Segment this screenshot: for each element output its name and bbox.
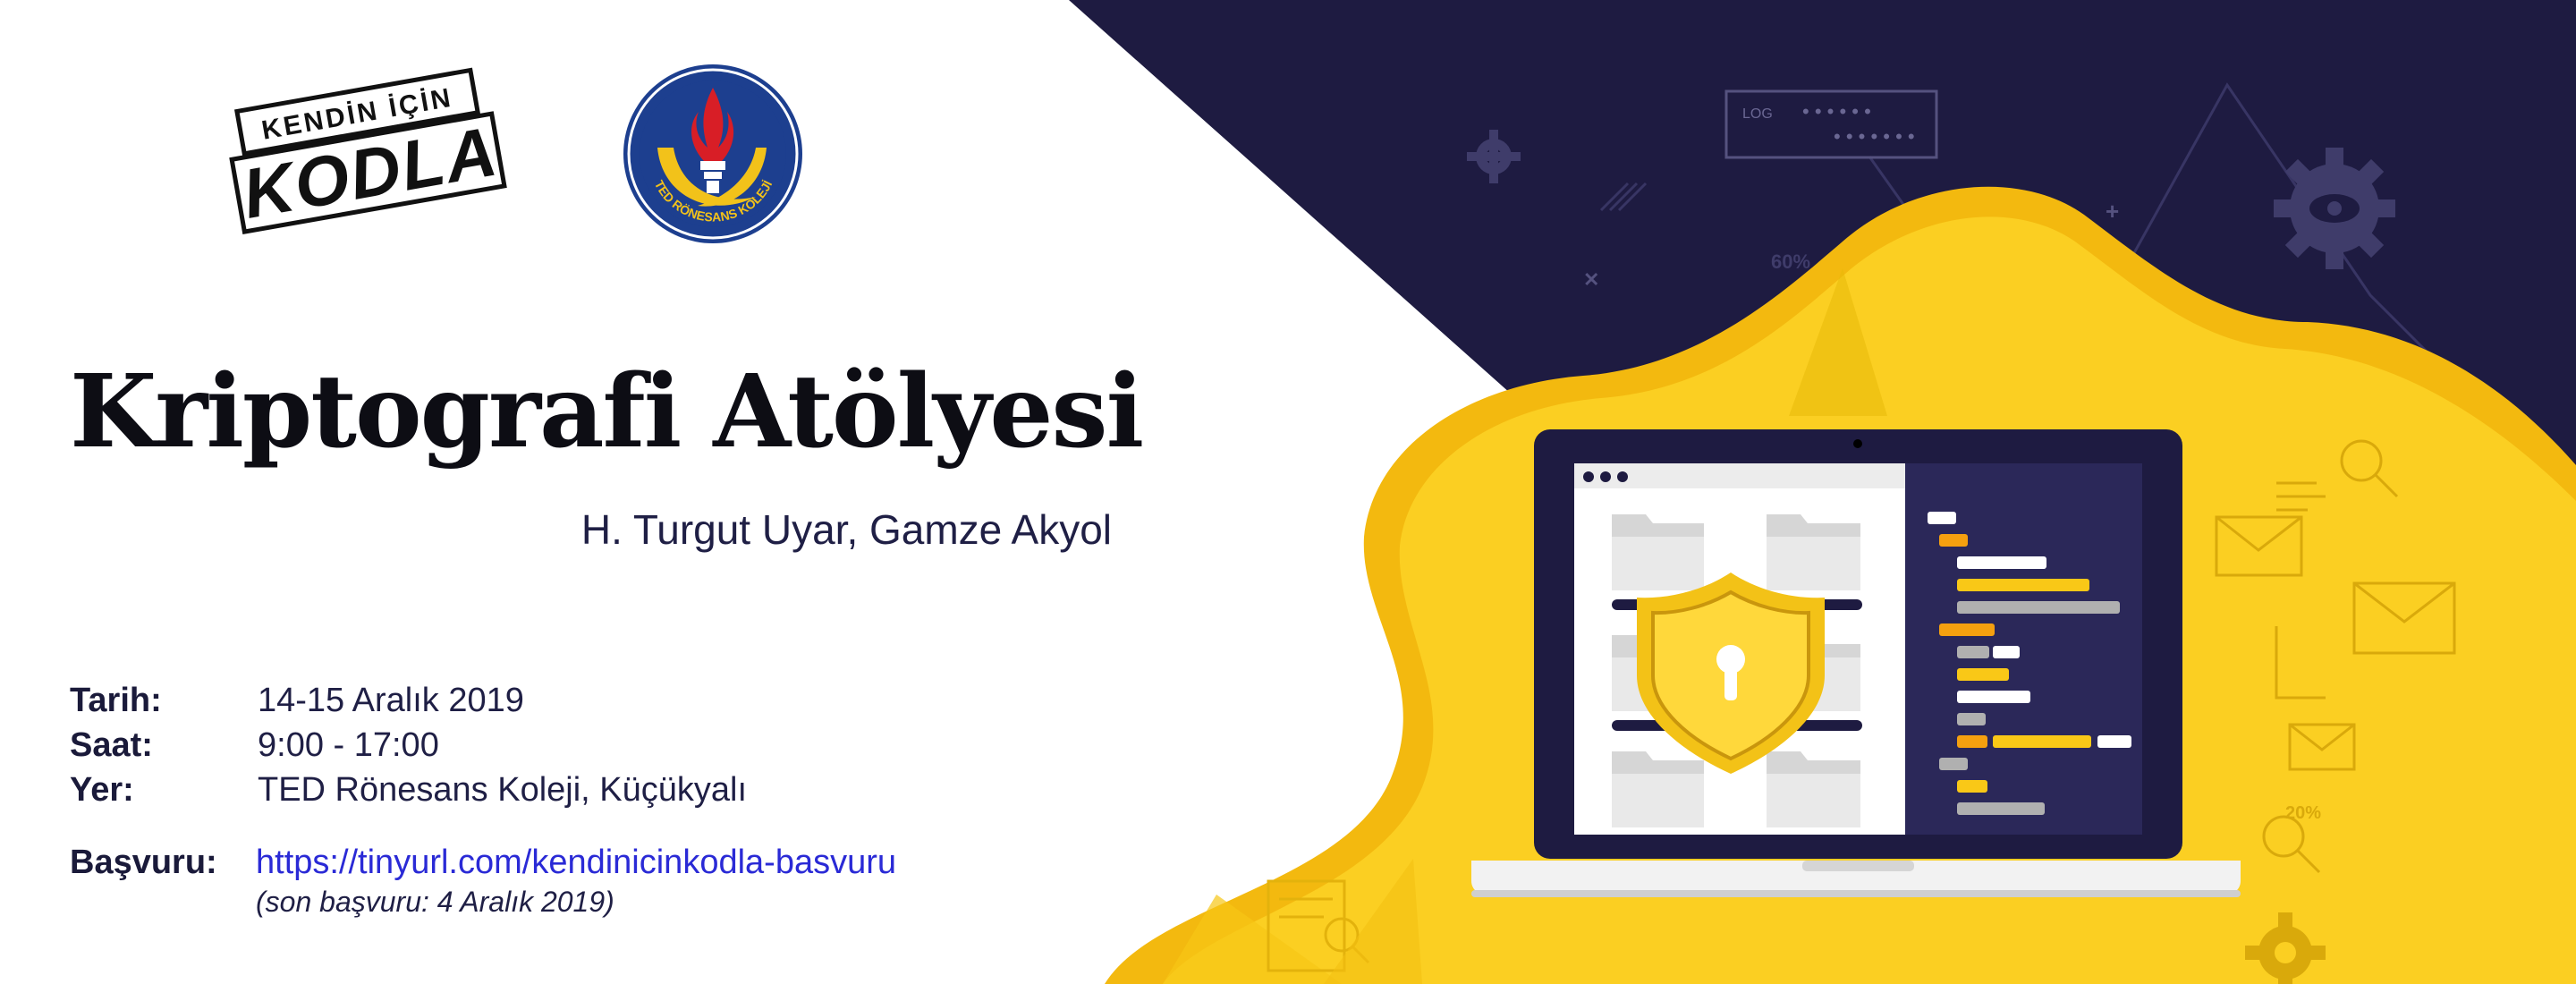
date-value: 14-15 Aralık 2019	[258, 682, 524, 719]
svg-text:LOG: LOG	[1742, 106, 1773, 122]
authors: H. Turgut Uyar, Gamze Akyol	[580, 506, 1112, 553]
application-link[interactable]: https://tinyurl.com/kendinicinkodla-basv…	[256, 844, 896, 882]
kendin-icin-kodla-logo: KENDİN İÇİN KODLA	[229, 67, 507, 234]
page-title: Kriptografi Atölyesi	[70, 353, 1144, 471]
svg-text:• • • • • • •: • • • • • • •	[1834, 125, 1915, 148]
time-value: 9:00 - 17:00	[258, 726, 439, 764]
date-label: Tarih:	[70, 682, 162, 719]
svg-text:20%: 20%	[2285, 803, 2321, 823]
svg-text:+: +	[2106, 198, 2119, 225]
laptop	[1471, 429, 2241, 897]
time-label: Saat:	[70, 726, 153, 764]
place-value: TED Rönesans Koleji, Küçükyalı	[258, 771, 748, 809]
svg-text:60%: 60%	[1771, 250, 1810, 273]
ted-ronesans-koleji-logo: TED RÖNESANS KOLEJİ	[623, 64, 802, 243]
application-label: Başvuru:	[70, 844, 217, 881]
place-label: Yer:	[70, 771, 134, 809]
svg-text:✕: ✕	[1583, 268, 1599, 291]
eye-gear-icon	[2274, 148, 2395, 269]
svg-text:• • • • • •: • • • • • •	[1802, 100, 1871, 123]
application-deadline-note: (son başvuru: 4 Aralık 2019)	[256, 886, 614, 918]
